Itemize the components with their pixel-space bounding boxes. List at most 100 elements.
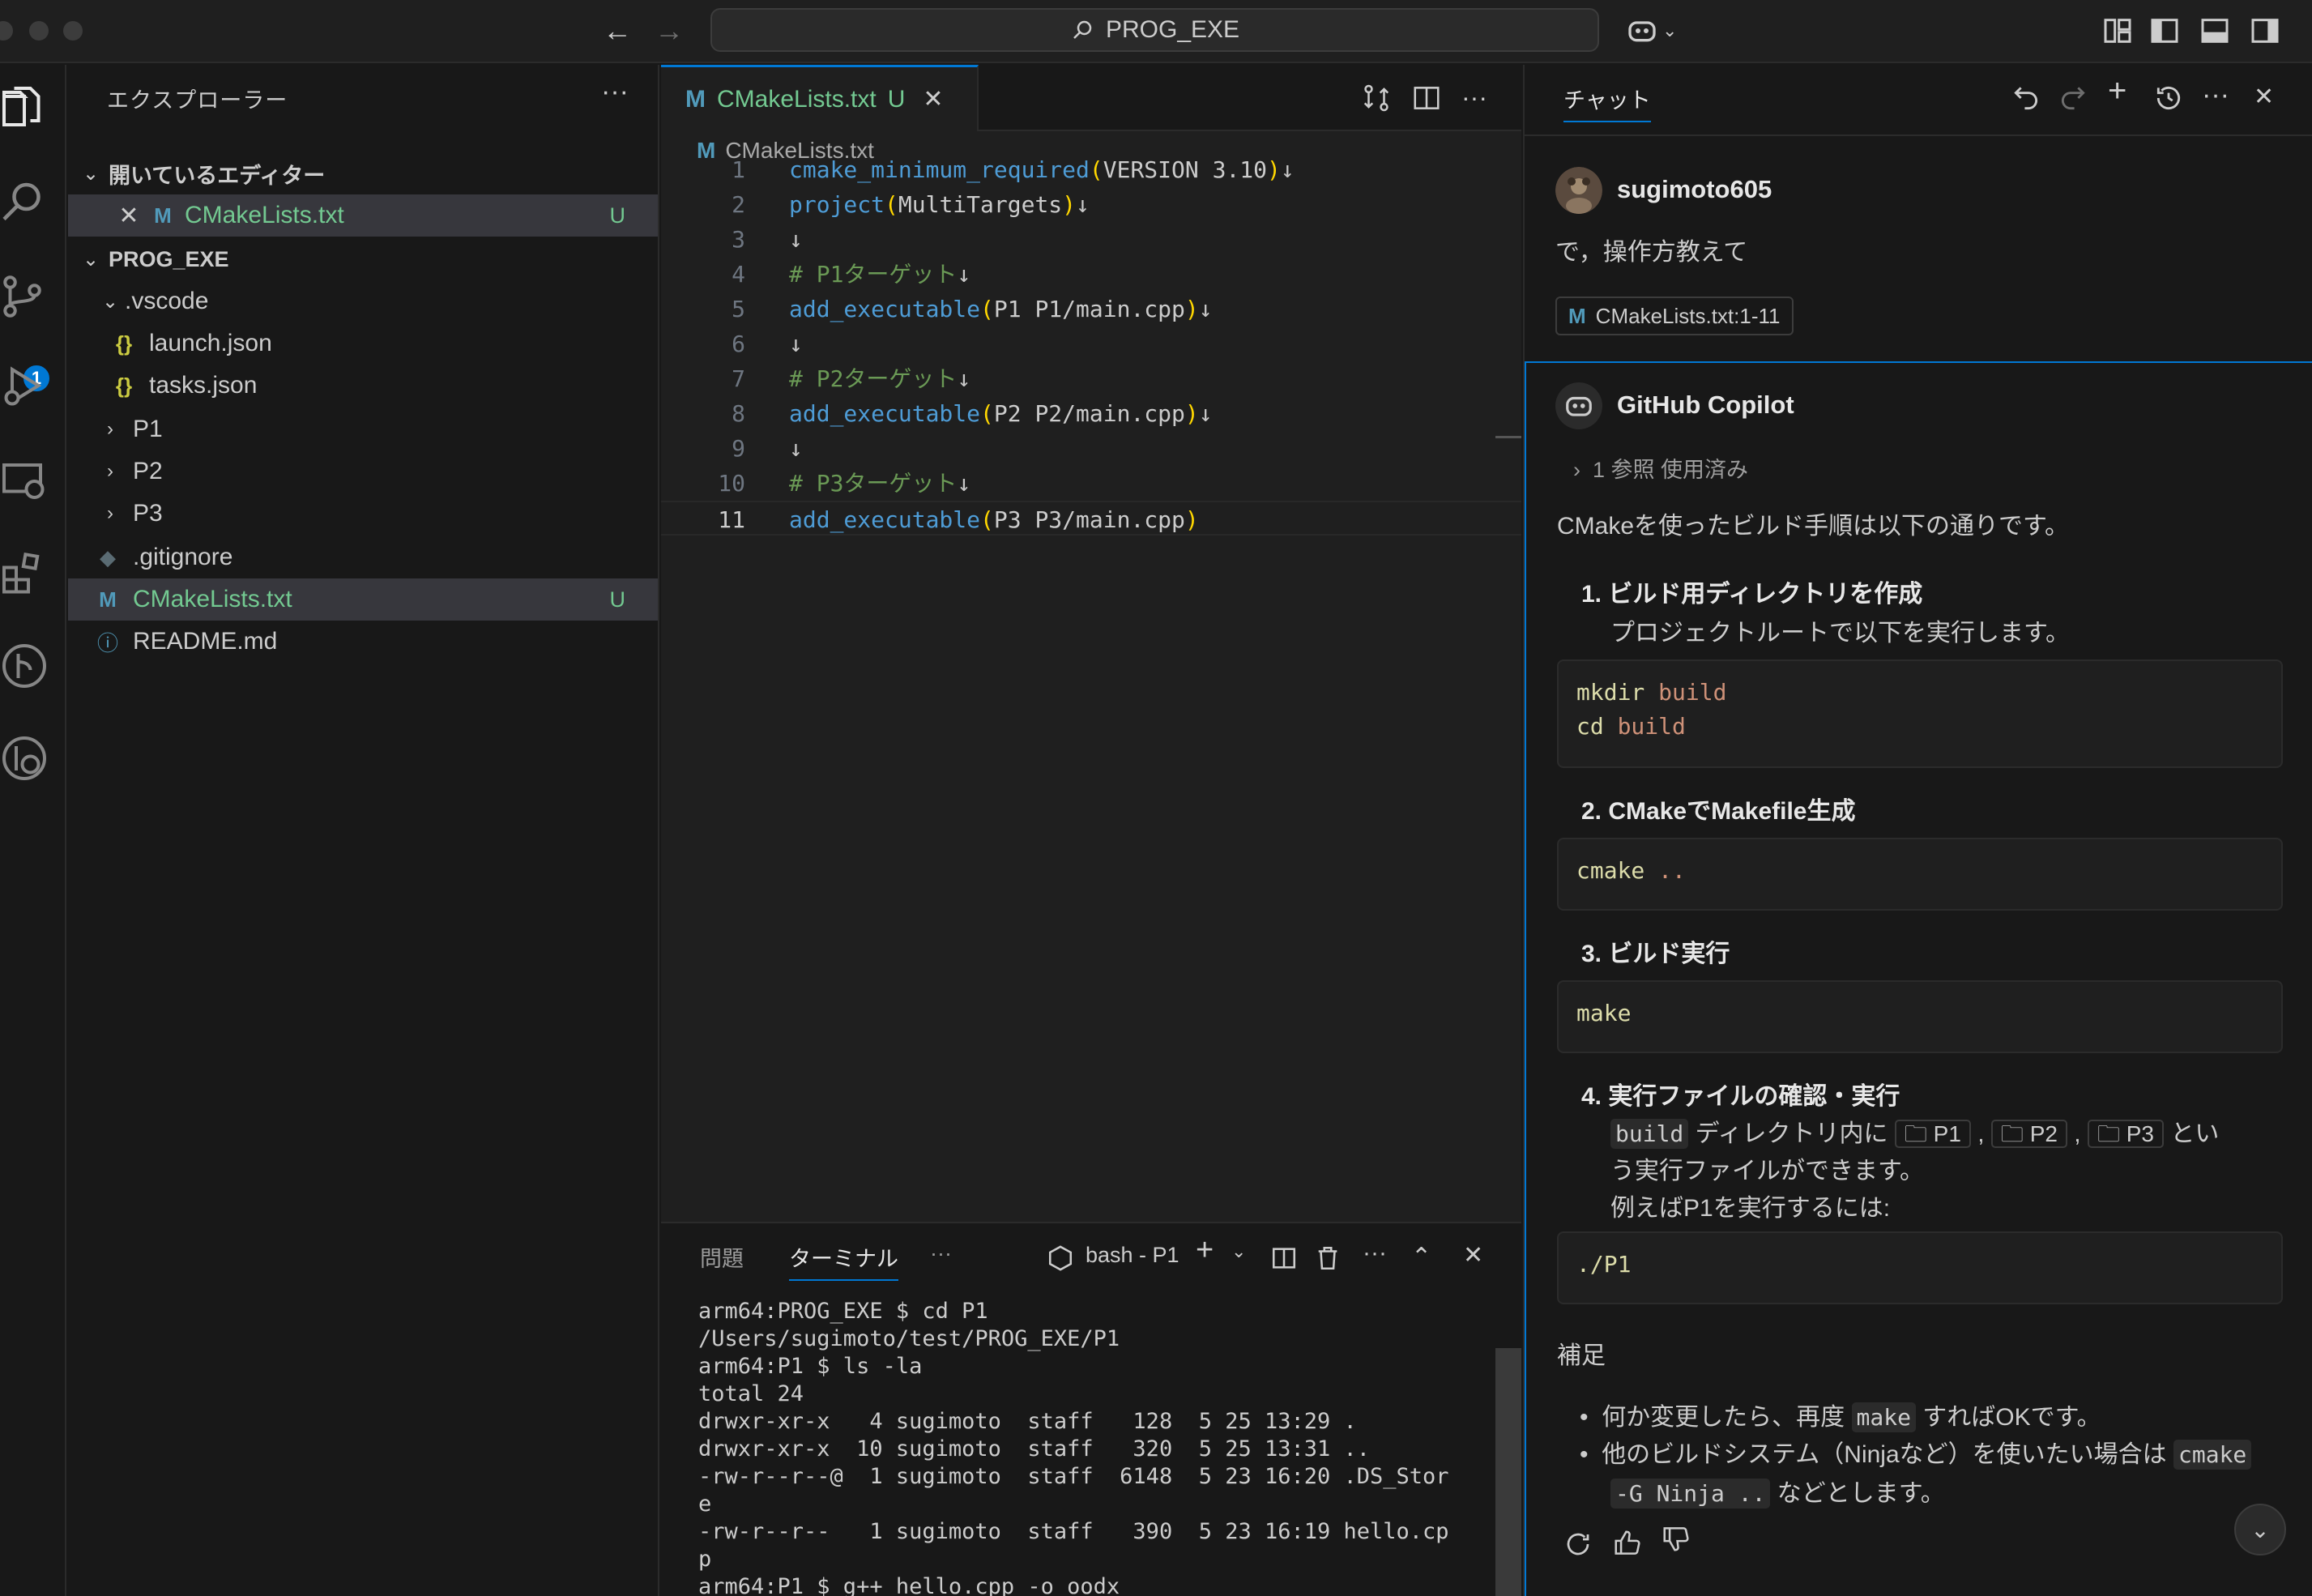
- inline-code-ninja: -G Ninja ..: [1610, 1479, 1771, 1509]
- tree-item-launch-json[interactable]: {} launch.json: [68, 322, 658, 365]
- tree-item-tasks-json[interactable]: {} tasks.json: [68, 365, 658, 407]
- new-terminal-icon[interactable]: +: [1196, 1233, 1214, 1268]
- command-center[interactable]: PROG_EXE: [710, 8, 1599, 52]
- scroll-to-bottom-button[interactable]: ⌄: [2234, 1504, 2286, 1555]
- chat-more-icon[interactable]: ···: [2202, 79, 2229, 111]
- editor-group: M CMakeLists.txt U ✕ ··· M CMakeLists.tx…: [661, 65, 1521, 1222]
- terminal-more-icon[interactable]: ···: [1363, 1240, 1387, 1267]
- editor-more-icon[interactable]: ···: [1461, 83, 1487, 113]
- thumbs-down-icon[interactable]: [1661, 1523, 1691, 1554]
- close-panel-icon[interactable]: ✕: [1463, 1241, 1483, 1270]
- window-zoom-dot[interactable]: [63, 21, 83, 41]
- copilot-menu-chevron-icon[interactable]: ⌄: [1662, 11, 1677, 50]
- minimap-slider[interactable]: [1495, 436, 1521, 438]
- copilot-icon[interactable]: [1623, 15, 1661, 47]
- customize-layout-icon[interactable]: [2101, 15, 2134, 47]
- step-1-title: 1. ビルド用ディレクトリを作成: [1581, 574, 1922, 609]
- redo-icon[interactable]: [2058, 83, 2088, 113]
- split-editor-icon[interactable]: [1411, 83, 1442, 113]
- folder-chip-p1[interactable]: 🗀 P1: [1894, 1120, 1971, 1148]
- line-number: 11: [718, 506, 745, 533]
- code-line[interactable]: 1 cmake_minimum_required(VERSION 3.10)↓: [661, 152, 1521, 187]
- code-line[interactable]: 6 ↓: [661, 326, 1521, 361]
- assistant-name: GitHub Copilot: [1617, 390, 1794, 419]
- folder-chip-p3[interactable]: 🗀 P3: [2087, 1120, 2164, 1148]
- code-line[interactable]: 11 add_executable(P3 P3/main.cpp): [661, 501, 1521, 536]
- tab-close-icon[interactable]: ✕: [923, 85, 943, 113]
- close-icon[interactable]: ✕: [115, 202, 143, 230]
- user-reference-chip[interactable]: M CMakeLists.txt:1-11: [1555, 297, 1794, 335]
- explorer-icon[interactable]: [0, 84, 49, 133]
- toggle-panel-icon[interactable]: [2199, 15, 2231, 47]
- source-control-icon[interactable]: [0, 272, 49, 321]
- response-intro: CMakeを使ったビルド手順は以下の通りです。: [1557, 513, 2070, 540]
- toggle-secondary-sidebar-icon[interactable]: [2249, 15, 2281, 47]
- tree-item-vscode[interactable]: ⌄ .vscode: [68, 280, 658, 322]
- undo-icon[interactable]: [2011, 83, 2041, 113]
- project-section-header[interactable]: ⌄ PROG_EXE: [68, 238, 658, 280]
- tree-item-p1[interactable]: › P1: [68, 408, 658, 450]
- code-block-cmake[interactable]: cmake ..: [1557, 838, 2283, 911]
- extensions-icon[interactable]: [0, 549, 49, 598]
- code-line[interactable]: 4 # P1ターゲット↓: [661, 257, 1521, 292]
- more-actions-icon[interactable]: ···: [601, 76, 629, 108]
- chevron-right-icon: ›: [107, 502, 113, 524]
- search-icon[interactable]: [0, 177, 49, 225]
- line-text: # P3ターゲット↓: [789, 470, 971, 497]
- retry-icon[interactable]: [1563, 1530, 1593, 1559]
- chat-history-icon[interactable]: [2153, 83, 2184, 113]
- cmake-file-icon: M: [99, 587, 117, 612]
- code-block-run[interactable]: ./P1: [1557, 1231, 2283, 1304]
- git-history-icon[interactable]: [0, 734, 49, 783]
- code-line[interactable]: 5 add_executable(P1 P1/main.cpp)↓: [661, 292, 1521, 326]
- back-arrow-icon[interactable]: ←: [603, 11, 632, 50]
- tree-item-label: P1: [133, 416, 163, 442]
- run-debug-icon[interactable]: [0, 361, 49, 410]
- line-number: 1: [732, 156, 745, 183]
- terminal-scrollbar[interactable]: [1495, 1348, 1521, 1596]
- step-label: 実行ファイルの確認・実行: [1608, 1083, 1900, 1110]
- forward-arrow-icon[interactable]: →: [655, 11, 684, 50]
- thumbs-up-icon[interactable]: [1612, 1528, 1643, 1559]
- remote-explorer-icon[interactable]: [0, 457, 49, 506]
- open-changes-icon[interactable]: [1361, 83, 1392, 113]
- step-label: ビルド用ディレクトリを作成: [1608, 581, 1923, 608]
- terminal-output[interactable]: arm64:PROG_EXE $ cd P1 /Users/sugimoto/t…: [698, 1298, 1449, 1596]
- split-terminal-icon[interactable]: [1270, 1244, 1298, 1272]
- code-block-mkdir[interactable]: mkdir build cd build: [1557, 659, 2283, 768]
- code-line[interactable]: 9 ↓: [661, 431, 1521, 466]
- tab-cmakelists[interactable]: M CMakeLists.txt U ✕: [661, 65, 979, 131]
- tree-item-cmakelists[interactable]: M CMakeLists.txt U: [68, 578, 658, 621]
- tab-terminal[interactable]: ターミナル: [789, 1241, 898, 1281]
- code-line[interactable]: 2 project(MultiTargets)↓: [661, 187, 1521, 222]
- chat-title[interactable]: チャット: [1563, 83, 1651, 122]
- code-block-make[interactable]: make: [1557, 980, 2283, 1053]
- tree-item-gitignore[interactable]: ◆ .gitignore: [68, 536, 658, 578]
- tree-item-readme[interactable]: ⓘ README.md: [68, 621, 658, 663]
- tree-item-label: CMakeLists.txt: [133, 586, 292, 612]
- line-text: add_executable(P2 P2/main.cpp)↓: [789, 400, 1213, 427]
- terminal-dropdown-chevron-icon[interactable]: ⌄: [1231, 1241, 1246, 1262]
- terminal-instance-name[interactable]: bash - P1: [1086, 1243, 1179, 1268]
- maximize-panel-icon[interactable]: ⌃: [1411, 1243, 1431, 1271]
- tab-problems[interactable]: 問題: [700, 1241, 744, 1273]
- git-graph-icon[interactable]: [0, 642, 49, 690]
- tree-item-p3[interactable]: › P3: [68, 493, 658, 535]
- panel-more-icon[interactable]: ···: [930, 1241, 952, 1266]
- tree-item-p2[interactable]: › P2: [68, 450, 658, 493]
- window-minimize-dot[interactable]: [29, 21, 49, 41]
- code-line[interactable]: 7 # P2ターゲット↓: [661, 361, 1521, 396]
- kill-terminal-icon[interactable]: [1314, 1244, 1342, 1272]
- toggle-primary-sidebar-icon[interactable]: [2148, 15, 2181, 47]
- new-chat-icon[interactable]: +: [2108, 73, 2126, 109]
- folder-chip-p2[interactable]: 🗀 P2: [1990, 1120, 2067, 1148]
- code-line[interactable]: 3 ↓: [661, 222, 1521, 257]
- window-close-dot[interactable]: [0, 21, 13, 41]
- code-line[interactable]: 10 # P3ターゲット↓: [661, 466, 1521, 501]
- line-number: 5: [732, 296, 745, 322]
- code-line[interactable]: 8 add_executable(P2 P2/main.cpp)↓: [661, 396, 1521, 431]
- close-chat-icon[interactable]: ✕: [2254, 83, 2274, 111]
- open-editors-section-header[interactable]: ⌄ 開いているエディター: [68, 152, 658, 194]
- open-editor-item[interactable]: ✕ M CMakeLists.txt U: [68, 194, 658, 237]
- refs-used-toggle[interactable]: › 1 参照 使用済み: [1573, 452, 1748, 484]
